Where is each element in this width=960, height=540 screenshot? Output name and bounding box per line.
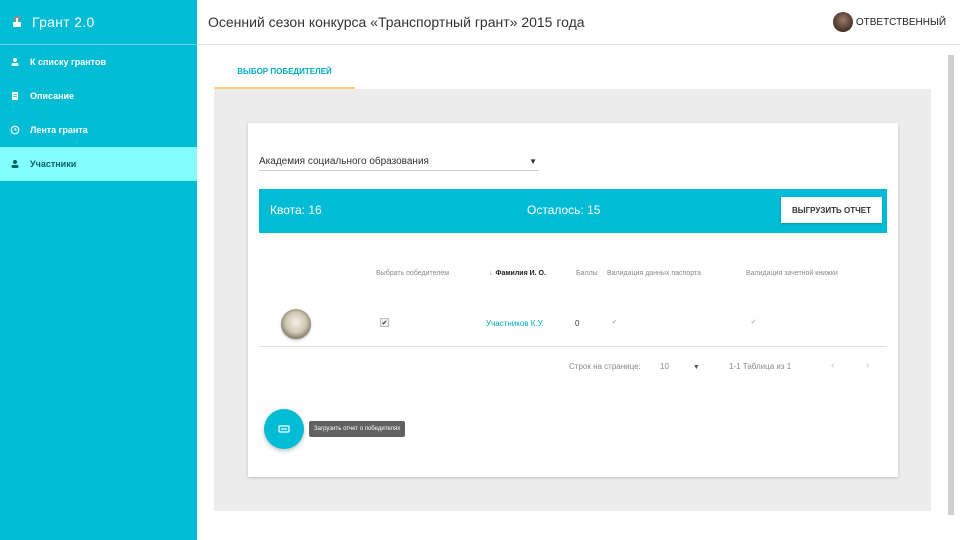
sidebar-item-feed[interactable]: Лента гранта — [0, 113, 197, 147]
dropdown-arrow-icon: ▼ — [529, 157, 537, 166]
sidebar-item-label: К списку грантов — [30, 57, 106, 67]
pagination-range: 1-1 Таблица из 1 — [729, 362, 792, 371]
remaining-label: Осталось: 15 — [527, 203, 601, 217]
quota-bar: Квота: 16 Осталось: 15 ВЫГРУЗИТЬ ОТЧЕТ — [259, 189, 887, 233]
sidebar-item-description[interactable]: Описание — [0, 79, 197, 113]
dropdown-arrow-icon: ▼ — [692, 364, 700, 371]
document-icon — [10, 91, 20, 101]
participant-name-link[interactable]: Участников К.У. — [486, 319, 544, 328]
organization-select[interactable]: Академия социального образования ▼ — [259, 153, 539, 171]
sidebar-item-label: Участники — [30, 159, 77, 169]
logo-icon — [13, 16, 21, 27]
clock-icon — [10, 125, 20, 135]
user-role-label: ОТВЕТСТВЕННЫЙ — [855, 16, 946, 28]
sidebar-item-label: Описание — [30, 91, 75, 101]
winner-checkbox[interactable]: ✔ — [380, 318, 389, 327]
person-icon — [10, 159, 20, 169]
sidebar-item-grants-list[interactable]: К списку грантов — [0, 45, 197, 79]
upload-winners-report-button[interactable] — [264, 409, 304, 449]
app-brand[interactable]: Грант 2.0 — [0, 0, 197, 45]
sidebar: Грант 2.0 К списку грантов Описание Лент… — [0, 0, 197, 540]
scrollbar[interactable] — [948, 55, 954, 515]
column-header-passport-validation[interactable]: Валидация данных паспорта — [607, 270, 701, 277]
participant-score: 0 — [575, 319, 580, 328]
avatar — [832, 12, 853, 32]
recordbook-validation-checkbox: ✔ — [750, 319, 757, 326]
upload-icon — [278, 425, 290, 433]
app-title: Грант 2.0 — [32, 14, 95, 30]
user-menu[interactable]: ОТВЕТСТВЕННЫЙ — [832, 12, 946, 32]
person-upload-icon — [10, 57, 20, 67]
page-title: Осенний сезон конкурса «Транспортный гра… — [208, 14, 585, 30]
tab-bar: ВЫБОР ПОБЕДИТЕЛЕЙ — [214, 55, 931, 89]
export-report-button[interactable]: ВЫГРУЗИТЬ ОТЧЕТ — [781, 197, 882, 223]
passport-validation-checkbox: ✔ — [611, 319, 618, 326]
organization-select-value: Академия социального образования — [259, 156, 429, 167]
column-header-name[interactable]: ↓ Фамилия И. О. — [489, 270, 546, 277]
sidebar-item-participants[interactable]: Участники — [0, 147, 197, 181]
chevron-left-icon[interactable]: ‹ — [831, 360, 834, 371]
quota-label: Квота: 16 — [270, 203, 322, 217]
sidebar-item-label: Лента гранта — [30, 125, 88, 135]
table-row: ✔ Участников К.У. 0 ✔ ✔ — [259, 303, 887, 347]
column-header-recordbook-validation[interactable]: Валидация зачетной книжки — [746, 270, 838, 277]
sort-arrow-icon: ↓ — [489, 270, 493, 277]
fab-tooltip: Загрузить отчет о победителях — [309, 421, 406, 437]
top-header: Осенний сезон конкурса «Транспортный гра… — [197, 0, 960, 45]
rows-per-page-label: Строк на странице: — [569, 362, 641, 371]
column-header-score[interactable]: Баллы — [576, 270, 598, 277]
chevron-right-icon[interactable]: › — [866, 360, 869, 371]
participant-avatar — [281, 309, 311, 339]
column-header-name-label: Фамилия И. О. — [495, 270, 546, 277]
winners-card: Академия социального образования ▼ Квота… — [248, 123, 898, 477]
column-header-select-winner[interactable]: Выбрать победителем — [376, 270, 449, 277]
tab-winner-selection[interactable]: ВЫБОР ПОБЕДИТЕЛЕЙ — [214, 55, 355, 89]
rows-per-page-select[interactable]: 10 ▼ — [660, 362, 700, 371]
rows-per-page-value: 10 — [660, 362, 669, 371]
